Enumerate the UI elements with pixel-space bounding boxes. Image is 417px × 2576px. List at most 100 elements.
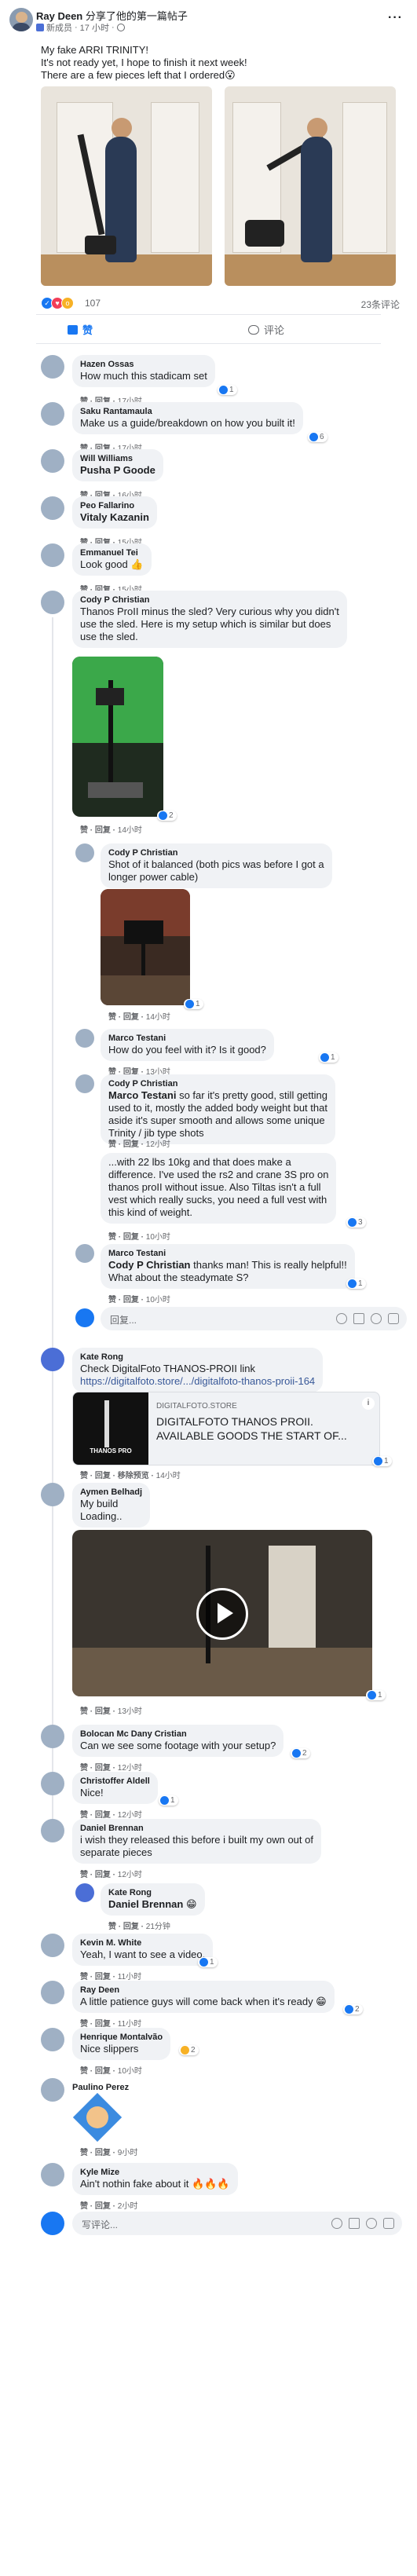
commenter-avatar[interactable] xyxy=(41,1819,64,1842)
commenter-name[interactable]: Kyle Mize xyxy=(80,2168,230,2177)
camera-icon[interactable] xyxy=(349,2218,360,2229)
commenter-name[interactable]: Paulino Perez xyxy=(72,2083,129,2092)
comment-meta[interactable]: 赞 · 回复 · 2小时 xyxy=(80,2199,137,2211)
commenter-avatar[interactable] xyxy=(41,1772,64,1795)
commenter-avatar[interactable] xyxy=(75,1883,94,1902)
author-avatar[interactable] xyxy=(9,8,33,31)
commenter-avatar[interactable] xyxy=(75,1074,94,1093)
commenter-avatar[interactable] xyxy=(41,2163,64,2186)
info-icon[interactable]: i xyxy=(362,1397,375,1410)
commenter-avatar[interactable] xyxy=(41,402,64,426)
play-icon[interactable] xyxy=(196,1588,248,1640)
comment-like-count[interactable]: 3 xyxy=(346,1217,366,1228)
comment-like-count[interactable]: 2 xyxy=(291,1748,310,1758)
comment-meta[interactable]: 赞 · 回复 · 10小时 xyxy=(108,1293,170,1304)
commenter-avatar[interactable] xyxy=(41,1483,64,1506)
comment-like-count[interactable]: 1 xyxy=(218,385,237,395)
gif-icon[interactable] xyxy=(371,1313,382,1324)
comment-meta[interactable]: 赞 · 回复 · 10小时 xyxy=(108,1230,170,1242)
commenter-avatar[interactable] xyxy=(41,355,64,379)
comment-like-count[interactable]: 1 xyxy=(198,1957,218,1967)
comment-meta[interactable]: 赞 · 回复 · 21分钟 xyxy=(108,1919,170,1931)
comment-like-count[interactable]: 1 xyxy=(159,1795,178,1806)
commenter-name[interactable]: Ray Deen xyxy=(80,1985,327,1995)
commenter-name[interactable]: Saku Rantamaula xyxy=(80,407,295,416)
comment-count[interactable]: 23条评论 xyxy=(361,298,400,311)
mention-link[interactable]: Marco Testani xyxy=(108,1089,176,1101)
commenter-name[interactable]: Peo Fallarino xyxy=(80,501,149,510)
comment-meta[interactable]: 赞 · 回复 · 12小时 xyxy=(80,1808,142,1820)
commenter-name[interactable]: Cody P Christian xyxy=(108,1079,327,1089)
comment-button[interactable]: 评论 xyxy=(248,322,284,337)
emoji-icon[interactable] xyxy=(331,2218,342,2229)
comment-like-count[interactable]: 1 xyxy=(372,1456,392,1466)
commenter-name[interactable]: Christoffer Aldell xyxy=(80,1776,150,1786)
commenter-name[interactable]: Cody P Christian xyxy=(80,595,339,605)
commenter-avatar[interactable] xyxy=(41,496,64,520)
post-photo-2[interactable] xyxy=(225,86,396,286)
commenter-name[interactable]: Marco Testani xyxy=(108,1034,266,1043)
commenter-avatar[interactable] xyxy=(41,591,64,614)
comment-like-count[interactable]: 2 xyxy=(157,810,177,821)
commenter-name[interactable]: Bolocan Mc Dany Cristian xyxy=(80,1729,276,1739)
camera-icon[interactable] xyxy=(353,1313,364,1324)
commenter-avatar[interactable] xyxy=(41,1981,64,2004)
comment-meta[interactable]: 赞 · 回复 · 12小时 xyxy=(80,1868,142,1879)
commenter-name[interactable]: Henrique Montalvão xyxy=(80,2033,163,2042)
mention-link[interactable]: Cody P Christian xyxy=(108,1259,191,1271)
comment-like-count[interactable]: 1 xyxy=(319,1052,338,1063)
comment-meta[interactable]: 赞 · 回复 · 11小时 xyxy=(80,1970,141,1981)
comment-like-count[interactable]: 2 xyxy=(179,2045,199,2055)
comment-video[interactable] xyxy=(72,1530,372,1696)
reply-input[interactable]: 回复... xyxy=(101,1307,407,1330)
commenter-avatar[interactable] xyxy=(75,843,94,862)
post-author-name[interactable]: Ray Deen xyxy=(36,10,82,22)
commenter-avatar[interactable] xyxy=(75,1244,94,1263)
commenter-name[interactable]: Will Williams xyxy=(80,454,155,463)
post-time[interactable]: 17 小时 xyxy=(80,21,109,34)
comment-link[interactable]: https://digitalfoto.store/.../digitalfot… xyxy=(80,1375,315,1387)
commenter-avatar[interactable] xyxy=(41,1725,64,1748)
commenter-avatar[interactable] xyxy=(75,1029,94,1048)
comment-image[interactable] xyxy=(72,657,163,817)
comment-like-count[interactable]: 1 xyxy=(184,999,203,1009)
reaction-count[interactable]: 107 xyxy=(85,298,101,309)
commenter-name[interactable]: Daniel Brennan xyxy=(80,1824,313,1833)
commenter-name[interactable]: Kevin M. White xyxy=(80,1938,205,1948)
comment-meta[interactable]: 赞 · 回复 · 14小时 xyxy=(80,823,142,835)
commenter-name[interactable]: Marco Testani xyxy=(108,1249,347,1258)
commenter-name[interactable]: Hazen Ossas xyxy=(80,360,207,369)
comment-meta[interactable]: 赞 · 回复 · 14小时 xyxy=(108,1010,170,1022)
commenter-name[interactable]: Cody P Christian xyxy=(108,848,324,858)
comment-input[interactable]: 写评论... xyxy=(72,2212,402,2235)
comment-meta[interactable]: 赞 · 回复 · 11小时 xyxy=(80,2017,141,2029)
more-options-icon[interactable]: ··· xyxy=(388,11,403,25)
comment-like-count[interactable]: 6 xyxy=(308,432,327,442)
commenter-avatar[interactable] xyxy=(41,449,64,473)
like-button[interactable]: 赞 xyxy=(68,322,93,337)
comment-like-count[interactable]: 1 xyxy=(346,1279,366,1289)
comment-meta[interactable]: 赞 · 回复 · 10小时 xyxy=(80,2064,142,2076)
commenter-name[interactable]: Emmanuel Tei xyxy=(80,548,144,558)
comment-meta[interactable]: 赞 · 回复 · 12小时 xyxy=(108,1137,170,1149)
sticker-icon[interactable] xyxy=(388,1313,399,1324)
emoji-icon[interactable] xyxy=(336,1313,347,1324)
comment-meta[interactable]: 赞 · 回复 · 移除预览 · 14小时 xyxy=(80,1469,181,1480)
comment-like-count[interactable]: 2 xyxy=(343,2004,363,2014)
commenter-avatar[interactable] xyxy=(41,2078,64,2102)
comment-image[interactable] xyxy=(101,889,190,1005)
post-photo-1[interactable] xyxy=(41,86,212,286)
sticker-image[interactable] xyxy=(72,2092,123,2142)
commenter-avatar[interactable] xyxy=(41,543,64,567)
sticker-icon[interactable] xyxy=(383,2218,394,2229)
link-preview-card[interactable]: THANOS PRO DIGITALFOTO.STORE DIGITALFOTO… xyxy=(72,1392,380,1465)
commenter-avatar[interactable] xyxy=(41,1348,64,1371)
comment-meta[interactable]: 赞 · 回复 · 13小时 xyxy=(80,1704,142,1716)
comment-meta[interactable]: 赞 · 回复 · 12小时 xyxy=(80,1761,142,1773)
comment-meta[interactable]: 赞 · 回复 · 9小时 xyxy=(80,2146,137,2157)
gif-icon[interactable] xyxy=(366,2218,377,2229)
commenter-avatar[interactable] xyxy=(41,1934,64,1957)
comment-like-count[interactable]: 1 xyxy=(366,1690,386,1700)
commenter-name[interactable]: Kate Rong xyxy=(108,1888,197,1897)
commenter-name[interactable]: Aymen Belhadj xyxy=(80,1487,142,1497)
